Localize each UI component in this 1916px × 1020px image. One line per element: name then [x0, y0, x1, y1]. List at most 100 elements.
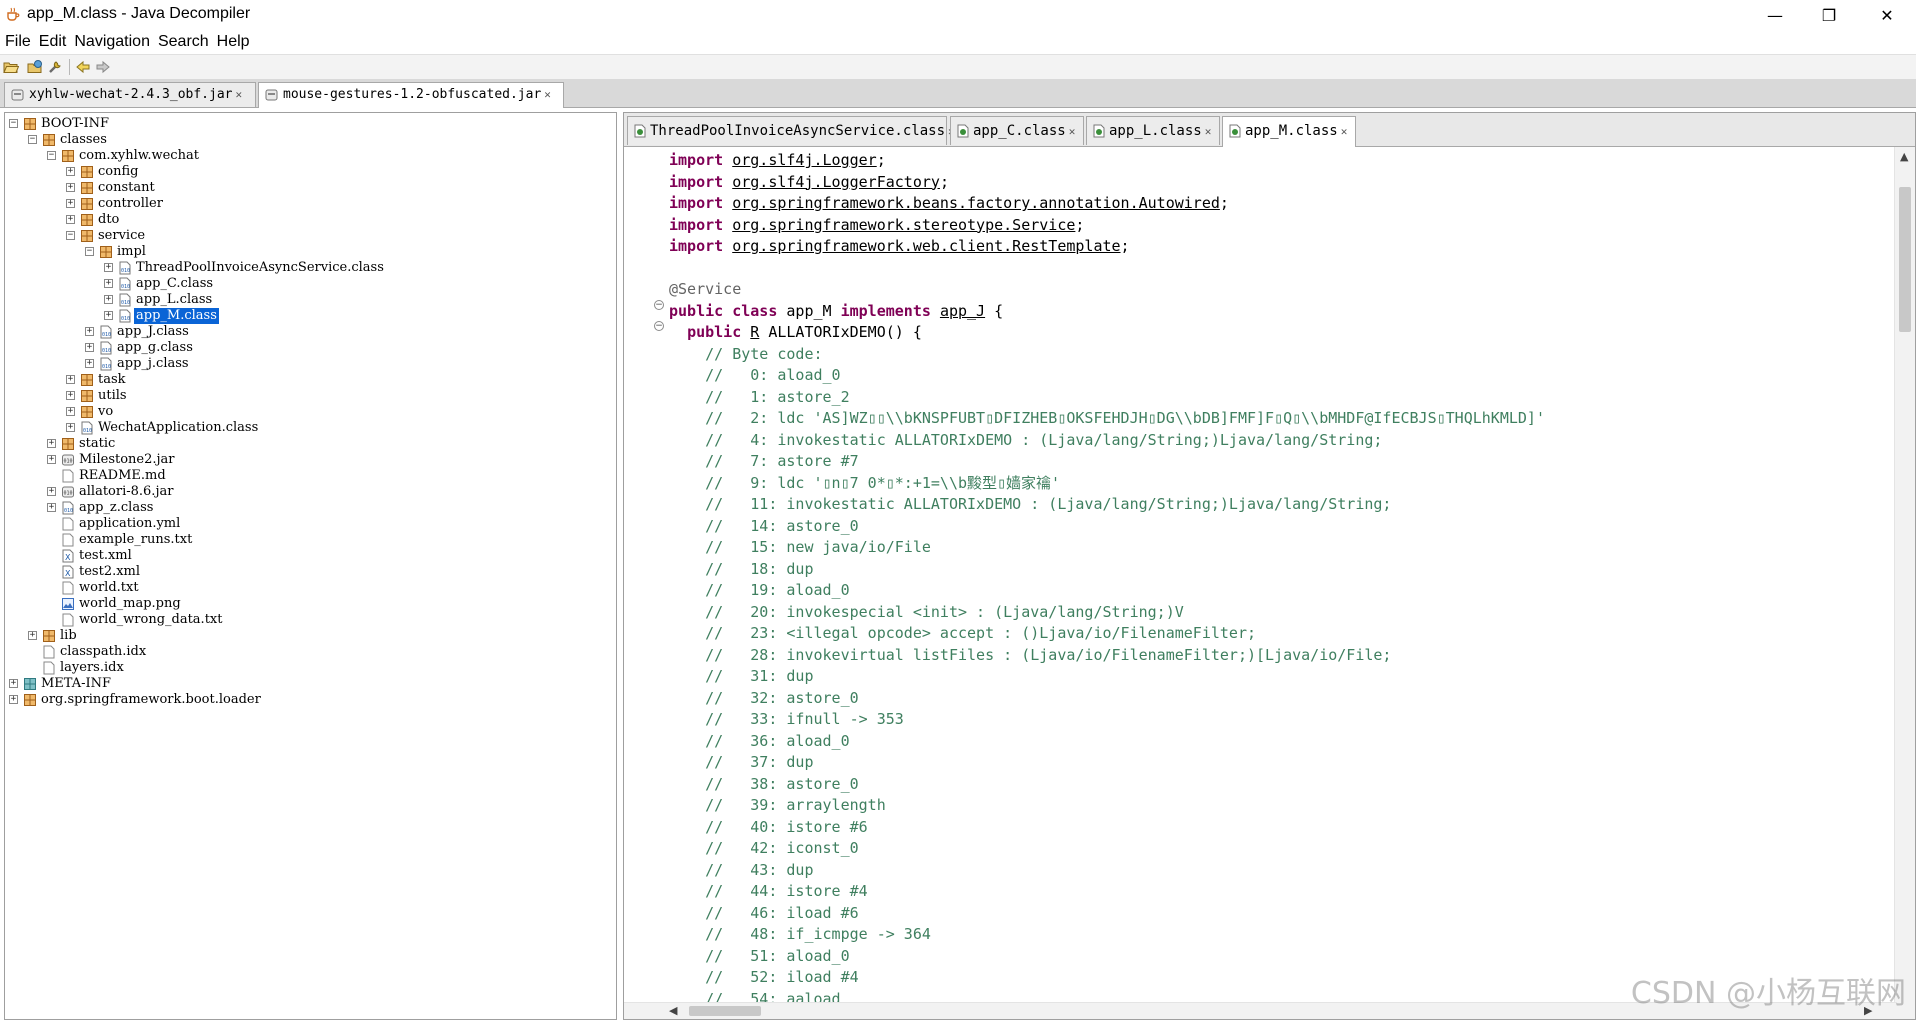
tab-label: mouse-gestures-1.2-obfuscated.jar	[283, 87, 542, 102]
expand-icon[interactable]: +	[47, 455, 56, 464]
expand-icon[interactable]: +	[28, 631, 37, 640]
code-line: // 15: new java/io/File	[669, 537, 931, 558]
expand-icon[interactable]: +	[85, 343, 94, 352]
menu-navigation[interactable]: Navigation	[74, 30, 150, 54]
tab-file-mouse-gestures-jar[interactable]: mouse-gestures-1.2-obfuscated.jar ✕	[258, 82, 564, 108]
line-gutter	[624, 147, 664, 1005]
scroll-thumb[interactable]	[1899, 187, 1911, 332]
code-token: ;	[876, 151, 886, 169]
close-tab-icon[interactable]: ✕	[1205, 125, 1212, 138]
toolbar-separator	[69, 59, 70, 75]
code-line: // 43: dup	[669, 860, 814, 881]
minimize-button[interactable]: —	[1748, 0, 1802, 30]
tree-node-label: allatori-8.6.jar	[79, 484, 174, 499]
tree-node-label: vo	[98, 404, 114, 419]
expand-icon[interactable]: +	[66, 423, 75, 432]
tree-node-label: layers.idx	[60, 660, 124, 675]
package-tree: − BOOT-INF − classes − com.xyhlw.wechat + confi…	[4, 112, 617, 1020]
expand-icon[interactable]: +	[47, 439, 56, 448]
close-tab-icon[interactable]: ✕	[1069, 125, 1076, 138]
code-token: // 39: arraylength	[669, 796, 886, 814]
tree-node-label: world_map.png	[79, 596, 181, 611]
tab-label: app_L.class	[1109, 123, 1202, 139]
code-line: // 31: dup	[669, 666, 813, 687]
scroll-left-icon[interactable]: ◀	[669, 1004, 677, 1017]
collapse-icon[interactable]: −	[28, 135, 37, 144]
source-code-view[interactable]: − − import org.slf4j.Logger; import org.s…	[624, 147, 1874, 1005]
tree-node-label: README.md	[79, 468, 166, 483]
forward-arrow-icon[interactable]	[95, 59, 111, 75]
close-tab-icon[interactable]: ✕	[236, 88, 243, 101]
expand-icon[interactable]: +	[85, 359, 94, 368]
open-file-icon[interactable]	[3, 59, 19, 75]
expand-icon[interactable]: +	[66, 375, 75, 384]
expand-icon[interactable]: +	[47, 487, 56, 496]
code-token[interactable]: org.slf4j.Logger	[732, 151, 877, 169]
tab-file-wechat-jar[interactable]: xyhlw-wechat-2.4.3_obf.jar ✕	[4, 82, 256, 107]
code-token: // 37: dup	[669, 753, 814, 771]
file-tab-bar: xyhlw-wechat-2.4.3_obf.jar ✕ mouse-gestur…	[0, 79, 1916, 108]
code-token: // 43: dup	[669, 860, 814, 879]
tab-class-app-m[interactable]: app_M.class ✕	[1222, 116, 1356, 147]
code-token[interactable]: org.springframework.stereotype.Service	[732, 216, 1075, 234]
tree-node-label: world_wrong_data.txt	[79, 612, 223, 627]
code-token: // 46: iload #6	[669, 903, 859, 922]
expand-icon[interactable]: +	[104, 279, 113, 288]
code-line: // 0: aload_0	[669, 365, 840, 386]
collapse-icon[interactable]: −	[66, 231, 75, 240]
code-token: app_M	[777, 301, 841, 320]
expand-icon[interactable]: +	[9, 679, 18, 688]
expand-icon[interactable]: +	[66, 183, 75, 192]
close-window-button[interactable]: ✕	[1860, 0, 1914, 30]
code-token[interactable]: app_J	[940, 302, 985, 320]
expand-icon[interactable]: +	[85, 327, 94, 336]
code-token[interactable]: org.slf4j.LoggerFactory	[732, 173, 940, 191]
menu-help[interactable]: Help	[217, 30, 250, 54]
expand-icon[interactable]: +	[66, 199, 75, 208]
close-tab-icon[interactable]: ✕	[1341, 125, 1348, 138]
close-tab-icon[interactable]: ✕	[544, 88, 551, 101]
expand-icon[interactable]: +	[66, 215, 75, 224]
tree-node-label: test2.xml	[79, 564, 141, 579]
expand-icon[interactable]: +	[66, 391, 75, 400]
tab-class-threadpool[interactable]: ThreadPoolInvoiceAsyncService.class✕	[627, 116, 955, 145]
code-line: import org.slf4j.Logger;	[669, 150, 886, 171]
settings-wrench-icon[interactable]	[47, 59, 63, 75]
scroll-thumb[interactable]	[689, 1006, 761, 1016]
collapse-icon[interactable]: −	[47, 151, 56, 160]
expand-icon[interactable]: +	[66, 407, 75, 416]
expand-icon[interactable]: +	[47, 503, 56, 512]
code-token[interactable]: org.springframework.beans.factory.annota…	[732, 194, 1220, 212]
xml-file-icon: X	[62, 565, 74, 579]
expand-icon[interactable]: +	[104, 263, 113, 272]
menu-search[interactable]: Search	[158, 30, 209, 54]
menu-file[interactable]: File	[5, 30, 31, 54]
back-arrow-icon[interactable]	[75, 59, 91, 75]
coffee-cup-icon	[7, 7, 20, 21]
tab-class-app-l[interactable]: app_L.class ✕	[1086, 116, 1220, 145]
scroll-up-icon[interactable]: ▲	[1900, 150, 1908, 163]
vertical-scrollbar[interactable]: ▲	[1894, 147, 1915, 1019]
maximize-button[interactable]: ❐	[1802, 0, 1856, 30]
tree-node-label: application.yml	[79, 516, 181, 531]
fold-class-icon[interactable]: −	[654, 300, 664, 310]
collapse-icon[interactable]: −	[85, 247, 94, 256]
watermark: CSDN @小杨互联网	[1630, 976, 1906, 1011]
code-token: // 28: invokevirtual listFiles : (Ljava/…	[669, 645, 1392, 664]
collapse-icon[interactable]: −	[9, 119, 18, 128]
expand-icon[interactable]: +	[9, 695, 18, 704]
menu-edit[interactable]: Edit	[39, 30, 67, 54]
expand-icon[interactable]: +	[104, 295, 113, 304]
code-token[interactable]: org.springframework.web.client.RestTempl…	[732, 237, 1120, 255]
tab-class-app-c[interactable]: app_C.class ✕	[950, 116, 1084, 145]
code-line: // 52: iload #4	[669, 967, 859, 988]
code-token[interactable]: R	[750, 323, 759, 341]
code-token: import	[669, 172, 724, 191]
fold-method-icon[interactable]: −	[654, 321, 664, 331]
open-type-icon[interactable]	[27, 59, 43, 75]
expand-icon[interactable]: +	[66, 167, 75, 176]
package-icon	[100, 246, 112, 258]
tab-label: ThreadPoolInvoiceAsyncService.class	[650, 123, 946, 139]
expand-icon[interactable]: +	[104, 311, 113, 320]
package-icon	[24, 118, 36, 130]
